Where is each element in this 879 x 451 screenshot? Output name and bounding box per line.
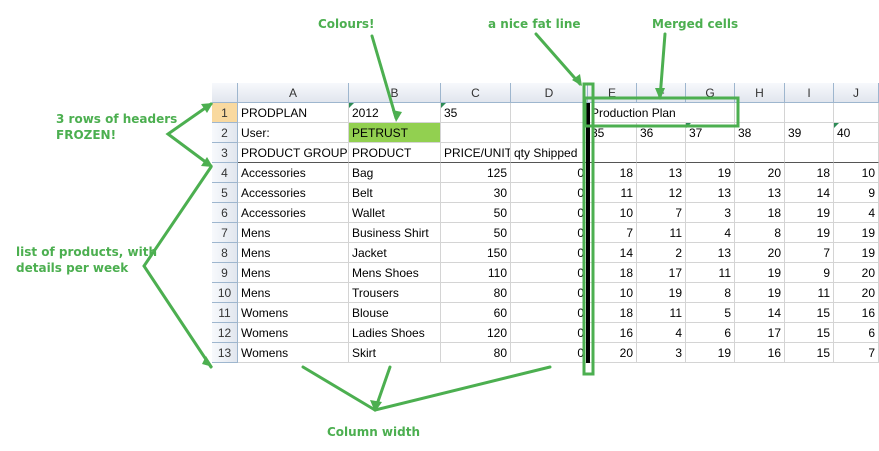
merged-cells-highlight-box	[583, 96, 740, 128]
column-width-arrow-1	[301, 365, 377, 412]
products-bracket	[142, 165, 213, 369]
colours-arrowhead	[392, 110, 402, 122]
column-width-arrow-3	[373, 365, 552, 412]
frozen-bracket	[165, 102, 213, 168]
colours-arrow-line	[370, 34, 398, 120]
fat-line-arrow-line	[534, 32, 582, 86]
annotation-overlay	[142, 32, 740, 412]
